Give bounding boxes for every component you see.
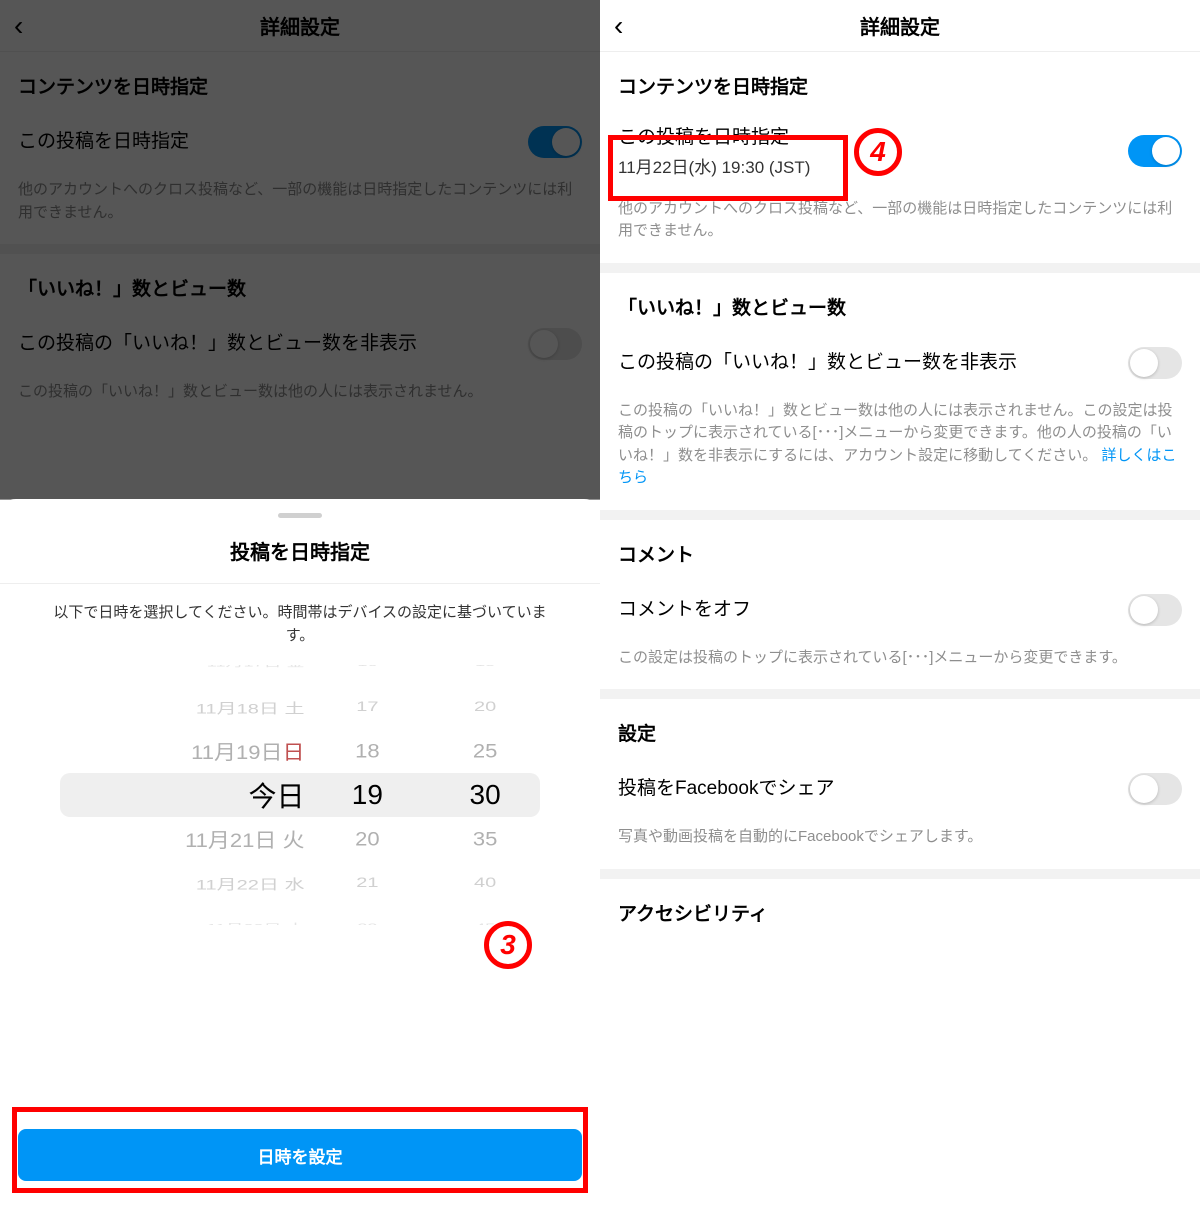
picker-min-item[interactable]: 25 [430,731,540,771]
header: ‹ 詳細設定 [600,0,1200,52]
divider [600,689,1200,699]
date-picker-sheet: 投稿を日時指定 以下で日時を選択してください。時間帯はデバイスの設定に基づいてい… [0,499,600,1209]
row-facebook[interactable]: 投稿をFacebookでシェア [600,760,1200,818]
section-comments: コメント [600,520,1200,581]
section-accessibility: アクセシビリティ [600,879,1200,940]
picker-date-item[interactable]: 11月18日 土 [60,692,304,723]
comments-label: コメントをオフ [618,597,1128,623]
row-likes[interactable]: この投稿の「いいね！」数とビュー数を非表示 [600,334,1200,392]
likes-label: この投稿の「いいね！」数とビュー数を非表示 [18,331,528,357]
likes-toggle[interactable] [1128,347,1182,379]
screen-left: ‹ 詳細設定 コンテンツを日時指定 この投稿を日時指定 他のアカウントへのクロス… [0,0,600,1209]
divider [600,869,1200,879]
section-schedule: コンテンツを日時指定 [600,52,1200,113]
section-likes: 「いいね！」数とビュー数 [0,254,600,315]
picker-min-item[interactable]: 20 [430,692,540,723]
picker-hour-item[interactable]: 19 [312,773,422,817]
sheet-title: 投稿を日時指定 [0,536,600,584]
picker-date-item[interactable]: 11月22日 水 [60,868,304,899]
facebook-toggle[interactable] [1128,773,1182,805]
picker-hour-item[interactable]: 16 [312,665,422,674]
picker-min-item[interactable]: 30 [430,773,540,817]
picker-date-item[interactable]: 11月17日 金 [60,665,304,674]
page-title: 詳細設定 [0,11,600,40]
schedule-toggle[interactable] [1128,135,1182,167]
schedule-label: この投稿を日時指定 [18,129,528,155]
facebook-note: 写真や動画投稿を自動的にFacebookでシェアします。 [600,818,1200,869]
picker-date-item[interactable]: 11月21日 火 [60,819,304,859]
picker-col-minute[interactable]: 15 20 25 30 35 40 45 [430,665,540,925]
row-comments[interactable]: コメントをオフ [600,581,1200,639]
picker-hour-item[interactable]: 21 [312,868,422,899]
picker-hour-item[interactable]: 22 [312,916,422,925]
back-icon[interactable]: ‹ [14,10,23,42]
annotation-box-4 [608,135,848,201]
comments-toggle[interactable] [1128,594,1182,626]
likes-label: この投稿の「いいね！」数とビュー数を非表示 [618,350,1128,376]
facebook-label: 投稿をFacebookでシェア [618,776,1128,802]
schedule-note: 他のアカウントへのクロス投稿など、一部の機能は日時指定したコンテンツには利用でき… [0,171,600,244]
section-likes: 「いいね！」数とビュー数 [600,273,1200,334]
section-settings: 設定 [600,699,1200,760]
page-title: 詳細設定 [600,11,1200,40]
row-likes[interactable]: この投稿の「いいね！」数とビュー数を非表示 [0,315,600,373]
date-picker[interactable]: 11月17日 金 11月18日 土 11月19日 日 今日 11月21日 火 1… [60,665,540,925]
likes-note-left: この投稿の「いいね！」数とビュー数は他の人には表示されません。 [0,373,600,424]
back-icon[interactable]: ‹ [614,10,623,42]
annotation-box-3 [12,1107,588,1193]
picker-date-item[interactable]: 11月23日 木 [60,916,304,925]
picker-col-hour[interactable]: 16 17 18 19 20 21 22 [312,665,422,925]
likes-toggle[interactable] [528,328,582,360]
divider [600,263,1200,273]
picker-col-date[interactable]: 11月17日 金 11月18日 土 11月19日 日 今日 11月21日 火 1… [60,665,304,925]
row-schedule[interactable]: この投稿を日時指定 [0,113,600,171]
picker-hour-item[interactable]: 17 [312,692,422,723]
header: ‹ 詳細設定 [0,0,600,52]
screen-right: ‹ 詳細設定 コンテンツを日時指定 この投稿を日時指定 11月22日(水) 19… [600,0,1200,1209]
picker-date-item[interactable]: 11月19日 日 [60,731,304,771]
picker-hour-item[interactable]: 18 [312,731,422,771]
annotation-circle-4: 4 [854,128,902,176]
annotation-circle-3: 3 [484,921,532,969]
picker-min-item[interactable]: 15 [430,665,540,674]
picker-min-item[interactable]: 40 [430,868,540,899]
picker-hour-item[interactable]: 20 [312,819,422,859]
sheet-grabber[interactable] [278,513,322,518]
picker-min-item[interactable]: 35 [430,819,540,859]
comments-note: この設定は投稿のトップに表示されている[･･･]メニューから変更できます。 [600,639,1200,690]
divider [600,510,1200,520]
picker-min-item[interactable]: 45 [430,916,540,925]
sheet-instruction: 以下で日時を選択してください。時間帯はデバイスの設定に基づいています。 [0,584,600,657]
likes-note: この投稿の「いいね！」数とビュー数は他の人には表示されません。この設定は投稿のト… [600,392,1200,510]
section-schedule: コンテンツを日時指定 [0,52,600,113]
divider [0,244,600,254]
picker-date-item[interactable]: 今日 [60,773,304,817]
schedule-toggle[interactable] [528,126,582,158]
